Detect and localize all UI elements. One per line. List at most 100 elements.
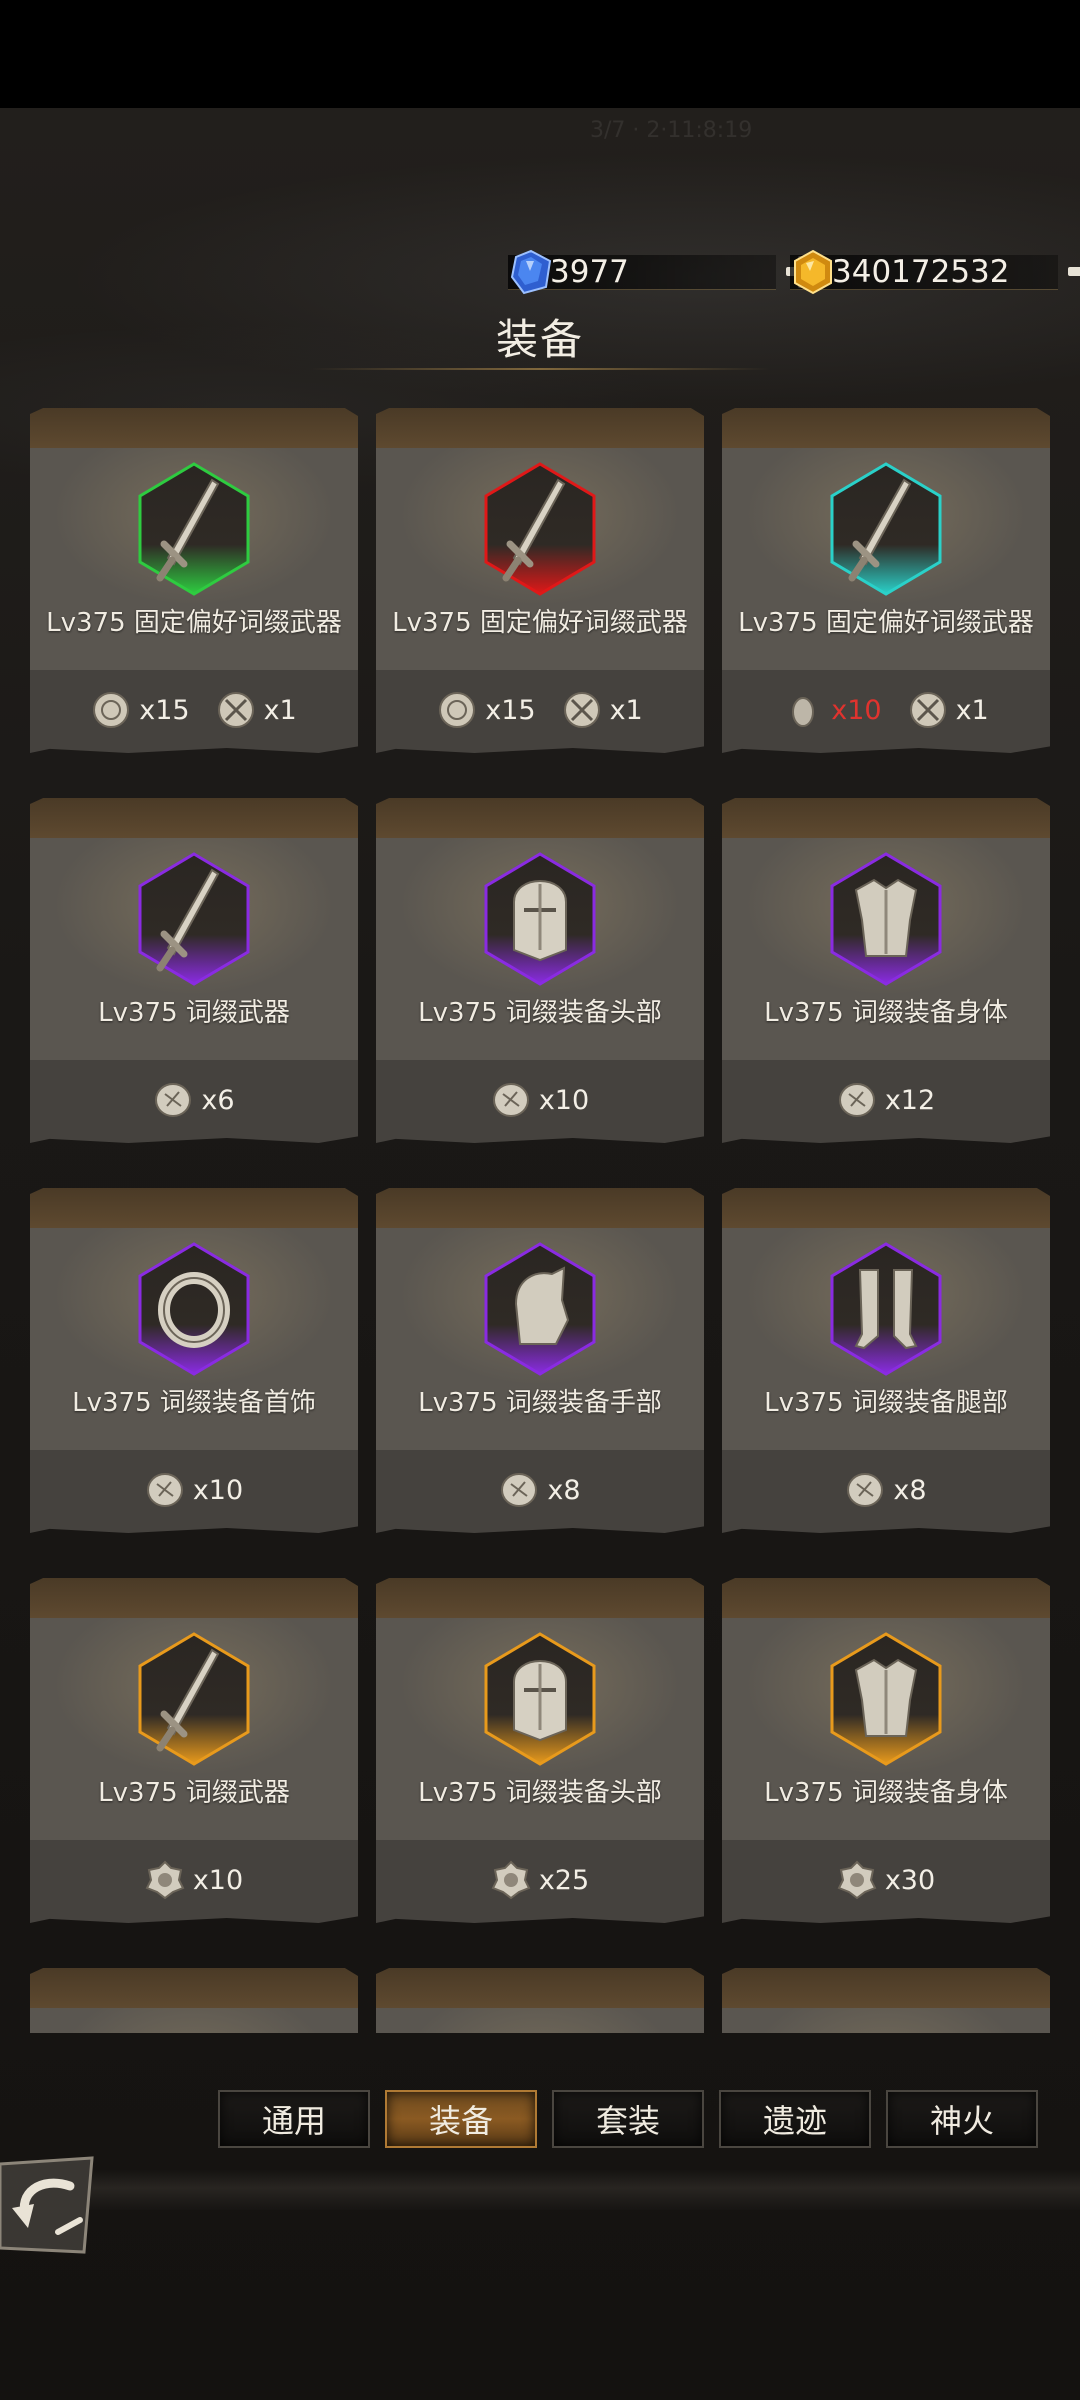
item-name: Lv375 词缀武器 — [98, 998, 290, 1028]
armor-icon — [854, 878, 918, 957]
cost-quantity-insufficient: x10 — [831, 694, 882, 726]
title-divider — [310, 368, 770, 370]
cost-list: x10 x1 — [722, 688, 1050, 732]
gold-gem-icon — [794, 249, 832, 294]
status-bar — [0, 0, 1080, 108]
cost-quantity: x1 — [955, 694, 989, 726]
item-hex-frame — [830, 1632, 942, 1766]
scroll-token-icon — [155, 1083, 192, 1117]
item-hex-frame — [484, 1242, 596, 1376]
shop-card-partial[interactable] — [722, 1968, 1050, 2033]
currency-blue-gem: 3977 — [508, 248, 820, 296]
cost-quantity: x6 — [201, 1084, 235, 1116]
helmet-icon — [513, 880, 567, 962]
blue-gem-amount: 3977 — [550, 253, 629, 290]
shop-card-partial[interactable] — [376, 1968, 704, 2033]
shop-card[interactable]: Lv375 词缀武器 x10 — [30, 1578, 358, 1923]
crossed-swords-coin-icon — [909, 692, 946, 728]
blue-gem-icon — [510, 249, 552, 294]
faint-header-text: 3/7 · 2·11:8:19 — [590, 118, 753, 143]
item-hex-frame — [138, 462, 250, 596]
category-tabs: 通用 装备 套装 遗迹 神火 — [218, 2090, 1038, 2148]
crossed-swords-coin-icon — [563, 692, 600, 728]
cost-quantity: x10 — [192, 1864, 244, 1896]
cost-list: x10 — [376, 1078, 704, 1122]
item-name: Lv375 词缀装备手部 — [418, 1388, 662, 1418]
cost-list: x10 — [30, 1858, 358, 1902]
item-hex-frame — [138, 852, 250, 986]
armor-icon — [854, 1658, 918, 1737]
medal-icon — [93, 692, 130, 728]
item-hex-frame — [830, 852, 942, 986]
item-name: Lv375 固定偏好词缀武器 — [738, 608, 1034, 638]
item-hex-frame — [484, 852, 596, 986]
cost-list: x15 x1 — [376, 688, 704, 732]
item-name: Lv375 词缀装备身体 — [764, 998, 1008, 1028]
add-gold-gem-button[interactable] — [1066, 254, 1080, 290]
tab-relic[interactable]: 遗迹 — [719, 2090, 871, 2148]
shop-card[interactable]: Lv375 固定偏好词缀武器 x15 x1 — [376, 408, 704, 753]
back-button[interactable] — [0, 2156, 96, 2256]
shop-card[interactable]: Lv375 固定偏好词缀武器 x10 x1 — [722, 408, 1050, 753]
tab-divine-fire[interactable]: 神火 — [886, 2090, 1038, 2148]
cost-quantity: x12 — [884, 1084, 936, 1116]
cost-list: x8 — [376, 1468, 704, 1512]
tab-general[interactable]: 通用 — [218, 2090, 370, 2148]
cost-list: x6 — [30, 1078, 358, 1122]
cost-quantity: x10 — [538, 1084, 590, 1116]
item-name: Lv375 词缀装备头部 — [418, 1778, 662, 1808]
scroll-token-icon — [501, 1473, 538, 1507]
item-hex-frame — [138, 1242, 250, 1376]
bottom-divider — [0, 2170, 1080, 2210]
item-hex-frame — [830, 462, 942, 596]
item-hex-frame — [830, 1242, 942, 1376]
cost-list: x10 — [30, 1468, 358, 1512]
tab-equipment[interactable]: 装备 — [385, 2090, 537, 2148]
shop-card[interactable]: Lv375 词缀装备头部 x25 — [376, 1578, 704, 1923]
cost-quantity: x1 — [609, 694, 643, 726]
cost-quantity: x25 — [538, 1864, 590, 1896]
cost-list: x25 — [376, 1858, 704, 1902]
tab-set[interactable]: 套装 — [552, 2090, 704, 2148]
item-name: Lv375 词缀装备腿部 — [764, 1388, 1008, 1418]
scroll-token-icon — [838, 1083, 875, 1117]
equipment-grid: Lv375 固定偏好词缀武器 x15 x1 Lv375 固定偏好词缀武器 x15… — [30, 408, 1050, 2033]
item-hex-frame — [484, 462, 596, 596]
page-title: 装备 — [495, 315, 584, 364]
stone-icon — [792, 697, 815, 727]
item-name: Lv375 固定偏好词缀武器 — [46, 608, 342, 638]
shop-card[interactable]: Lv375 固定偏好词缀武器 x15 x1 — [30, 408, 358, 753]
cost-quantity: x30 — [884, 1864, 936, 1896]
item-hex-frame — [138, 1632, 250, 1766]
item-name: Lv375 词缀装备头部 — [418, 998, 662, 1028]
cost-quantity: x1 — [263, 694, 297, 726]
item-name: Lv375 词缀装备首饰 — [72, 1388, 316, 1418]
shop-card[interactable]: Lv375 词缀装备身体 x30 — [722, 1578, 1050, 1923]
gold-gem-amount: 340172532 — [832, 253, 1010, 290]
gear-token-icon — [491, 1860, 531, 1900]
cost-list: x30 — [722, 1858, 1050, 1902]
cost-list: x15 x1 — [30, 688, 358, 732]
item-hex-frame — [484, 1632, 596, 1766]
shop-card[interactable]: Lv375 词缀装备手部 x8 — [376, 1188, 704, 1533]
cost-quantity: x15 — [485, 694, 536, 726]
helmet-icon — [513, 1660, 567, 1742]
item-name: Lv375 词缀武器 — [98, 1778, 290, 1808]
medal-icon — [439, 692, 476, 728]
shop-card[interactable]: Lv375 词缀武器 x6 — [30, 798, 358, 1143]
cost-list: x8 — [722, 1468, 1050, 1512]
currency-gold-gem: 340172532 — [790, 248, 1080, 296]
item-name: Lv375 固定偏好词缀武器 — [392, 608, 688, 638]
cost-quantity: x15 — [139, 694, 190, 726]
shop-card-partial[interactable] — [30, 1968, 358, 2033]
scroll-token-icon — [847, 1473, 884, 1507]
cost-quantity: x8 — [893, 1474, 927, 1506]
shop-card[interactable]: Lv375 词缀装备头部 x10 — [376, 798, 704, 1143]
gear-token-icon — [837, 1860, 877, 1900]
item-name: Lv375 词缀装备身体 — [764, 1778, 1008, 1808]
shop-card[interactable]: Lv375 词缀装备腿部 x8 — [722, 1188, 1050, 1533]
shop-card[interactable]: Lv375 词缀装备身体 x12 — [722, 798, 1050, 1143]
cost-list: x12 — [722, 1078, 1050, 1122]
shop-card[interactable]: Lv375 词缀装备首饰 x10 — [30, 1188, 358, 1533]
scroll-token-icon — [492, 1083, 529, 1117]
